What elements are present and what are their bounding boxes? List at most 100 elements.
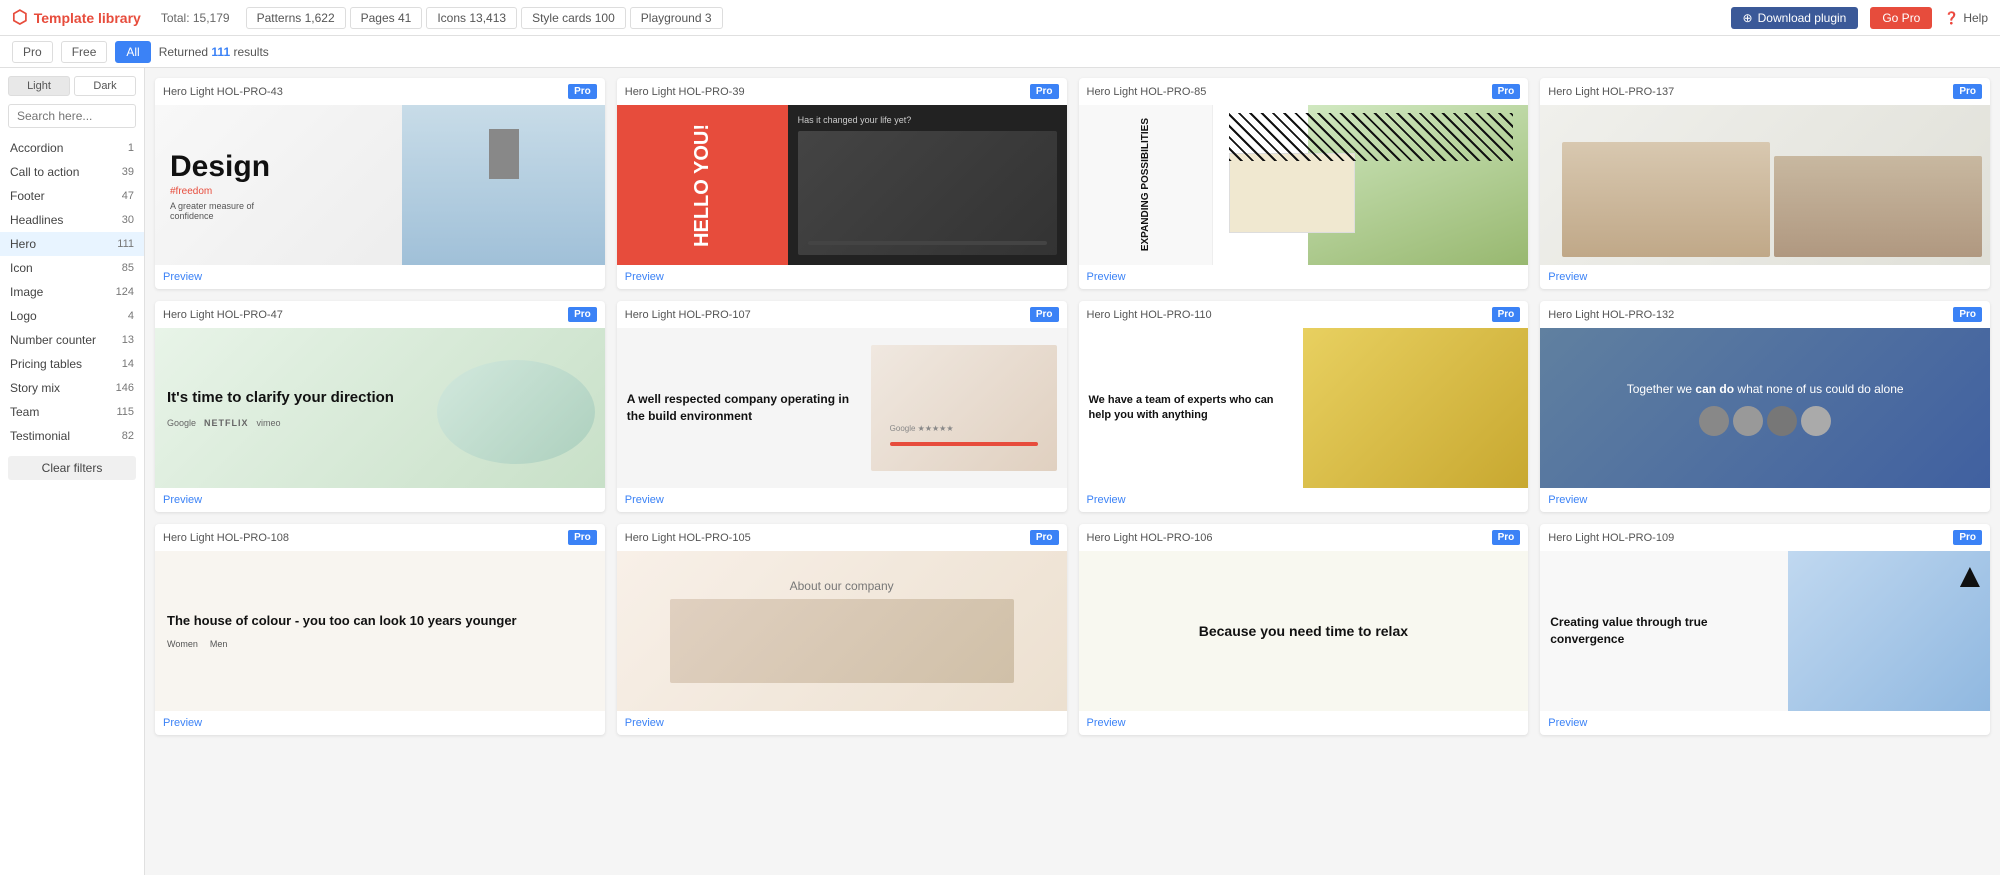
sidebar-item-pricing-tables[interactable]: Pricing tables 14 <box>0 352 144 376</box>
card-image-hol43: Design #freedom A greater measure ofconf… <box>155 105 605 265</box>
tab-icons[interactable]: Icons 13,413 <box>426 7 517 29</box>
card-hol109: Hero Light HOL-PRO-109 Pro Creating valu… <box>1540 524 1990 735</box>
search-input[interactable] <box>8 104 136 128</box>
card-hol106: Hero Light HOL-PRO-106 Pro Because you n… <box>1079 524 1529 735</box>
card-title-hol43: Hero Light HOL-PRO-43 <box>163 86 283 98</box>
hol107-headline: A well respected company operating in th… <box>627 391 863 425</box>
card-header-hol105: Hero Light HOL-PRO-105 Pro <box>617 524 1067 551</box>
tab-style-cards[interactable]: Style cards 100 <box>521 7 626 29</box>
card-image-hol137 <box>1540 105 1990 265</box>
badge-hol108: Pro <box>568 530 597 545</box>
preview-link-hol109[interactable]: Preview <box>1540 711 1990 735</box>
hol106-headline: Because you need time to relax <box>1091 622 1517 640</box>
logo-text: Template library <box>34 10 141 26</box>
sidebar-item-call-to-action[interactable]: Call to action 39 <box>0 160 144 184</box>
card-hol108: Hero Light HOL-PRO-108 Pro The house of … <box>155 524 605 735</box>
card-image-hol47: It's time to clarify your direction Goog… <box>155 328 605 488</box>
download-plugin-button[interactable]: ⊕ Download plugin <box>1731 7 1859 29</box>
card-title-hol132: Hero Light HOL-PRO-132 <box>1548 309 1674 321</box>
card-header-hol110: Hero Light HOL-PRO-110 Pro <box>1079 301 1529 328</box>
preview-link-hol108[interactable]: Preview <box>155 711 605 735</box>
results-label: Returned 111 results <box>159 45 269 59</box>
card-title-hol137: Hero Light HOL-PRO-137 <box>1548 86 1674 98</box>
sidebar-item-image[interactable]: Image 124 <box>0 280 144 304</box>
cards-grid: Hero Light HOL-PRO-43 Pro Design #freedo… <box>155 78 1990 735</box>
preview-link-hol106[interactable]: Preview <box>1079 711 1529 735</box>
card-hol39: Hero Light HOL-PRO-39 Pro HELLO YOU! Has… <box>617 78 1067 289</box>
card-image-hol110: We have a team of experts who can help y… <box>1079 328 1529 488</box>
content-area: Hero Light HOL-PRO-43 Pro Design #freedo… <box>145 68 2000 875</box>
preview-link-hol105[interactable]: Preview <box>617 711 1067 735</box>
sidebar-item-footer[interactable]: Footer 47 <box>0 184 144 208</box>
card-hol47: Hero Light HOL-PRO-47 Pro It's time to c… <box>155 301 605 512</box>
card-image-hol132: Together we can do what none of us could… <box>1540 328 1990 488</box>
wordpress-icon: ⊕ <box>1743 11 1753 25</box>
preview-link-hol39[interactable]: Preview <box>617 265 1067 289</box>
sidebar-item-logo[interactable]: Logo 4 <box>0 304 144 328</box>
logo: ⬡ Template library <box>12 7 141 28</box>
card-image-hol39: HELLO YOU! Has it changed your life yet? <box>617 105 1067 265</box>
card-header-hol85: Hero Light HOL-PRO-85 Pro <box>1079 78 1529 105</box>
badge-hol109: Pro <box>1953 530 1982 545</box>
filter-bar: Pro Free All Returned 111 results <box>0 36 2000 68</box>
card-hol85: Hero Light HOL-PRO-85 Pro EXPANDING POSS… <box>1079 78 1529 289</box>
card-hol105: Hero Light HOL-PRO-105 Pro About our com… <box>617 524 1067 735</box>
badge-hol43: Pro <box>568 84 597 99</box>
hol47-headline: It's time to clarify your direction <box>167 388 394 408</box>
hol105-headline: About our company <box>790 579 894 593</box>
card-title-hol110: Hero Light HOL-PRO-110 <box>1087 309 1212 321</box>
sidebar-item-team[interactable]: Team 115 <box>0 400 144 424</box>
sidebar-item-testimonial[interactable]: Testimonial 82 <box>0 424 144 448</box>
help-button[interactable]: ❓ Help <box>1944 11 1988 25</box>
preview-link-hol107[interactable]: Preview <box>617 488 1067 512</box>
badge-hol106: Pro <box>1492 530 1521 545</box>
card-image-hol106: Because you need time to relax <box>1079 551 1529 711</box>
tab-patterns[interactable]: Patterns 1,622 <box>246 7 346 29</box>
tab-playground[interactable]: Playground 3 <box>630 7 723 29</box>
go-pro-button[interactable]: Go Pro <box>1870 7 1932 29</box>
preview-link-hol47[interactable]: Preview <box>155 488 605 512</box>
preview-link-hol43[interactable]: Preview <box>155 265 605 289</box>
main-layout: Light Dark Accordion 1 Call to action 39… <box>0 68 2000 875</box>
hol39-headline: HELLO YOU! <box>692 124 712 247</box>
tab-pages[interactable]: Pages 41 <box>350 7 423 29</box>
sidebar-item-accordion[interactable]: Accordion 1 <box>0 136 144 160</box>
card-hol110: Hero Light HOL-PRO-110 Pro We have a tea… <box>1079 301 1529 512</box>
card-header-hol108: Hero Light HOL-PRO-108 Pro <box>155 524 605 551</box>
card-header-hol137: Hero Light HOL-PRO-137 Pro <box>1540 78 1990 105</box>
card-title-hol107: Hero Light HOL-PRO-107 <box>625 309 751 321</box>
filter-pro-button[interactable]: Pro <box>12 41 53 63</box>
card-image-hol108: The house of colour - you too can look 1… <box>155 551 605 711</box>
badge-hol137: Pro <box>1953 84 1982 99</box>
badge-hol107: Pro <box>1030 307 1059 322</box>
sidebar-item-story-mix[interactable]: Story mix 146 <box>0 376 144 400</box>
card-header-hol107: Hero Light HOL-PRO-107 Pro <box>617 301 1067 328</box>
card-title-hol108: Hero Light HOL-PRO-108 <box>163 532 289 544</box>
hol110-headline: We have a team of experts who can help y… <box>1089 393 1294 424</box>
sidebar: Light Dark Accordion 1 Call to action 39… <box>0 68 145 875</box>
card-header-hol106: Hero Light HOL-PRO-106 Pro <box>1079 524 1529 551</box>
filter-free-button[interactable]: Free <box>61 41 108 63</box>
card-image-hol107: A well respected company operating in th… <box>617 328 1067 488</box>
preview-link-hol110[interactable]: Preview <box>1079 488 1529 512</box>
sidebar-item-icon[interactable]: Icon 85 <box>0 256 144 280</box>
card-hol137: Hero Light HOL-PRO-137 Pro Preview <box>1540 78 1990 289</box>
logo-icon: ⬡ <box>12 7 28 28</box>
light-mode-button[interactable]: Light <box>8 76 70 96</box>
sidebar-item-hero[interactable]: Hero 111 <box>0 232 144 256</box>
sidebar-item-headlines[interactable]: Headlines 30 <box>0 208 144 232</box>
search-box <box>8 104 136 128</box>
hol43-headline: Design <box>170 150 387 184</box>
preview-link-hol137[interactable]: Preview <box>1540 265 1990 289</box>
preview-link-hol132[interactable]: Preview <box>1540 488 1990 512</box>
hol43-figure <box>489 129 519 179</box>
card-header-hol39: Hero Light HOL-PRO-39 Pro <box>617 78 1067 105</box>
filter-all-button[interactable]: All <box>115 41 150 63</box>
preview-link-hol85[interactable]: Preview <box>1079 265 1529 289</box>
clear-filters-button[interactable]: Clear filters <box>8 456 136 480</box>
sidebar-item-number-counter[interactable]: Number counter 13 <box>0 328 144 352</box>
badge-hol39: Pro <box>1030 84 1059 99</box>
card-image-hol109: Creating value through true convergence <box>1540 551 1990 711</box>
top-bar: ⬡ Template library Total: 15,179 Pattern… <box>0 0 2000 36</box>
dark-mode-button[interactable]: Dark <box>74 76 136 96</box>
